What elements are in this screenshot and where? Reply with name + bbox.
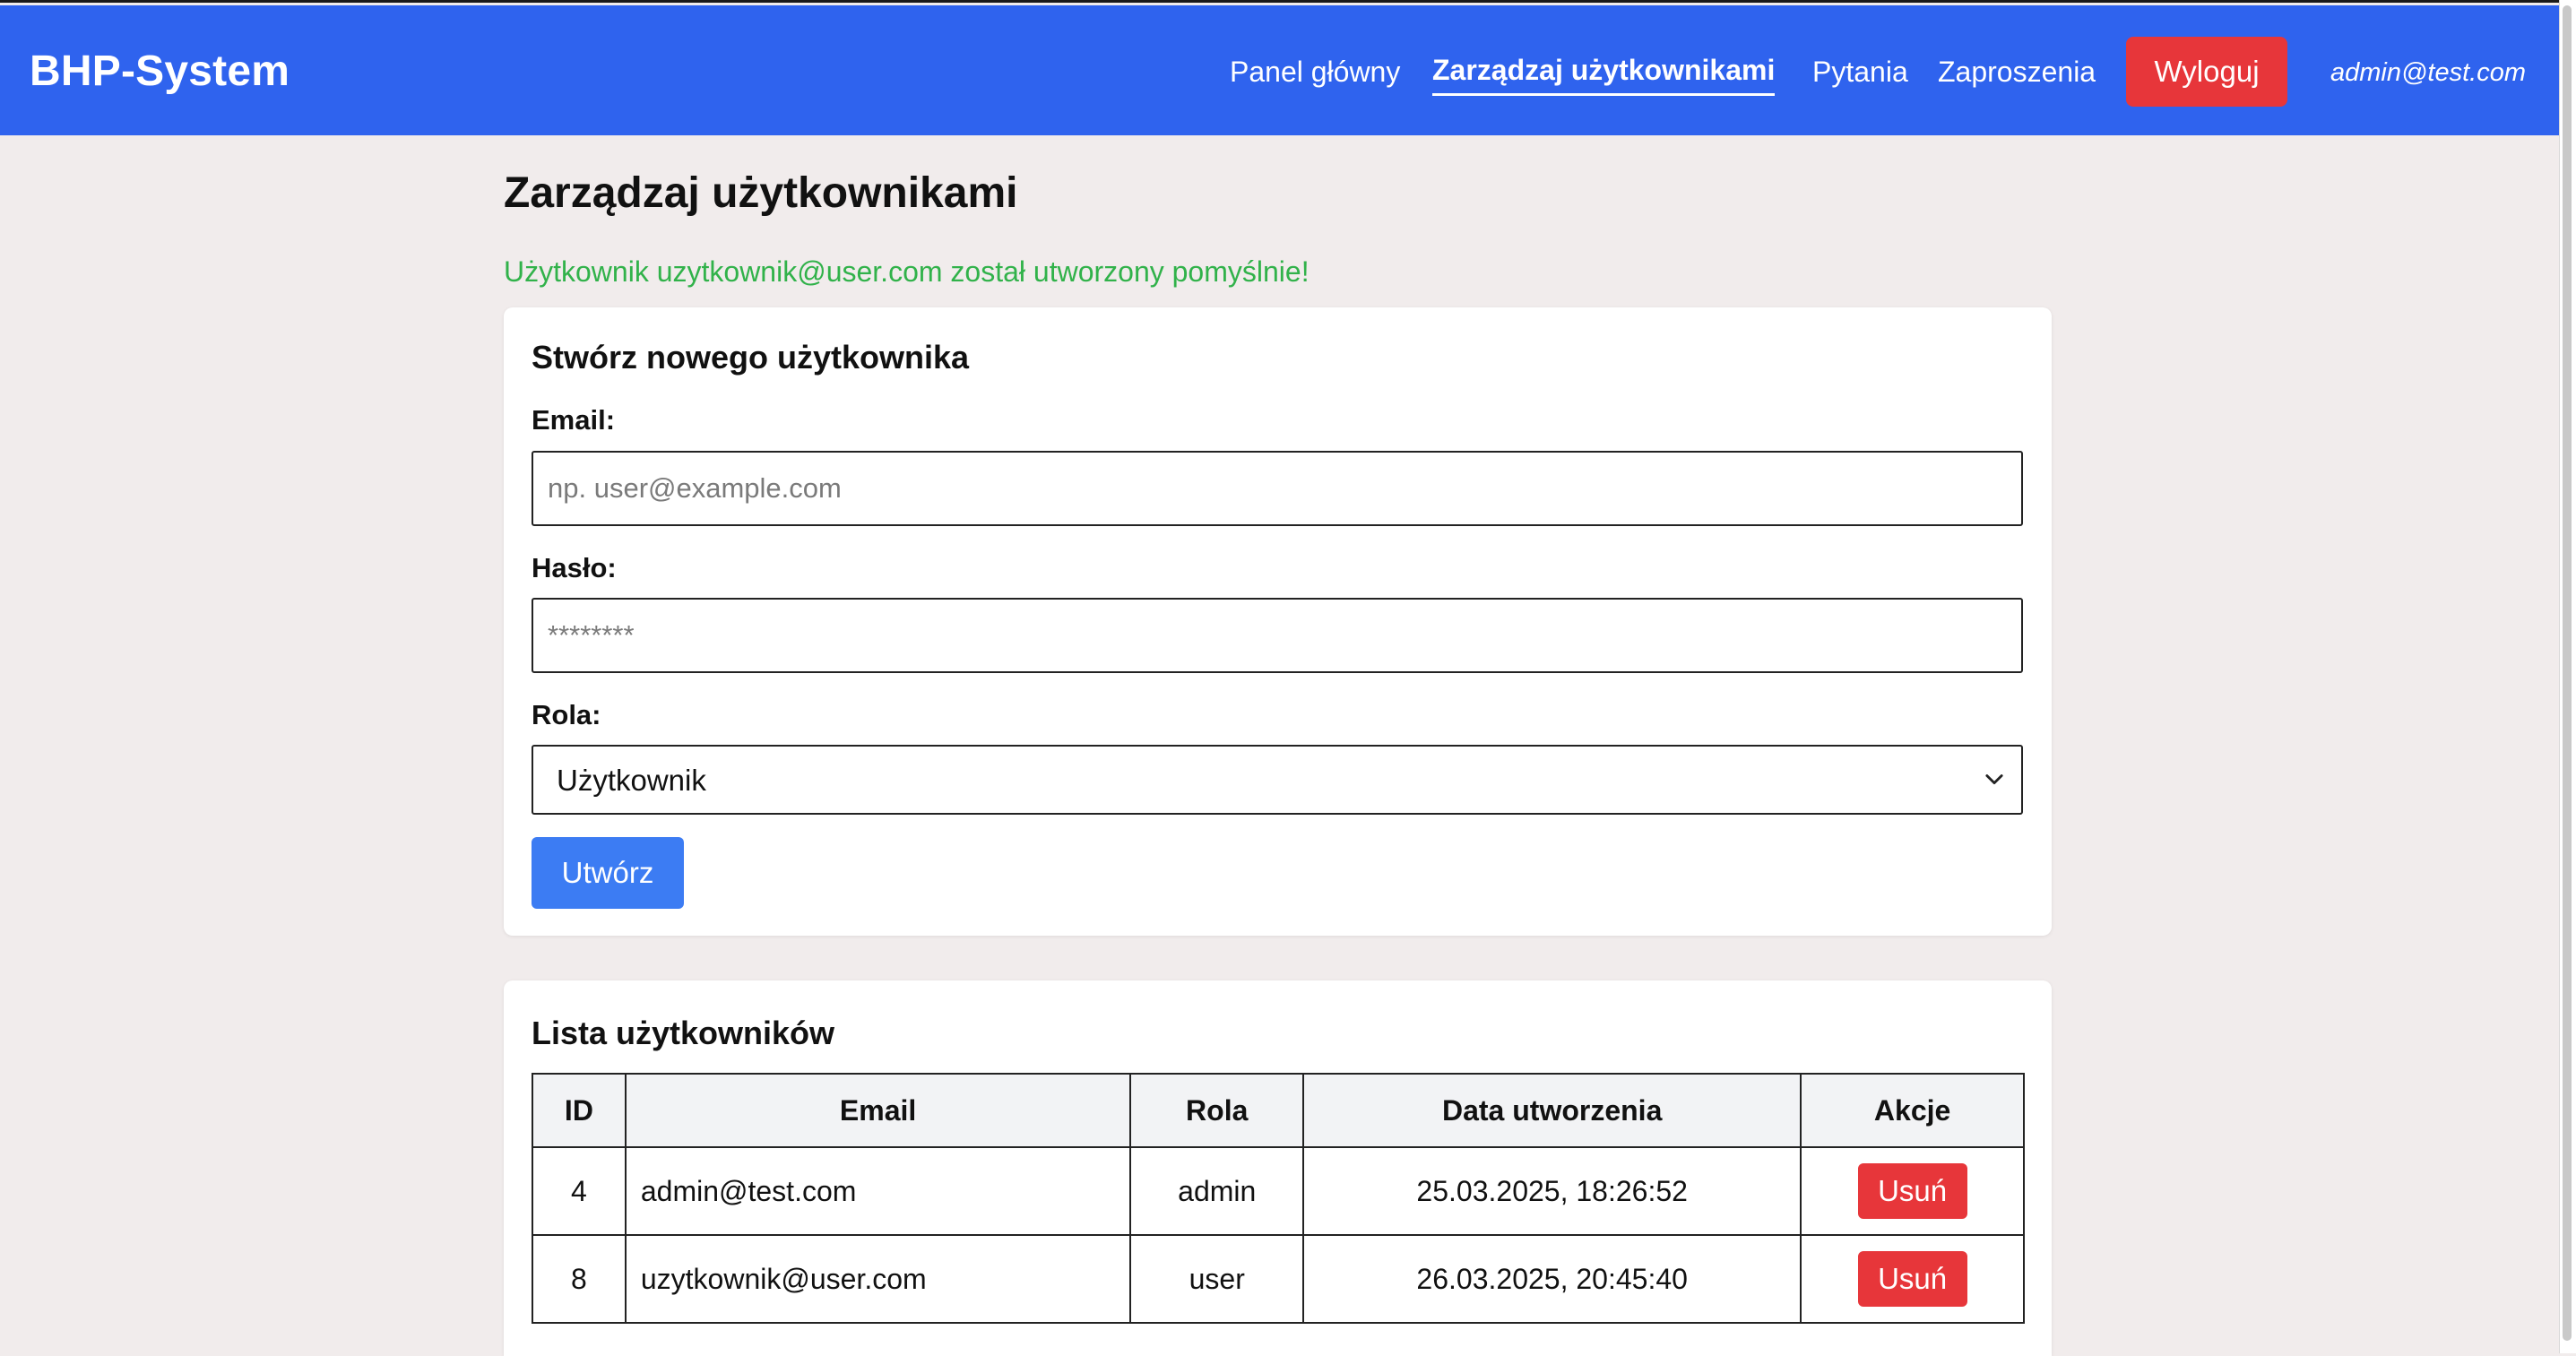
page-title: Zarządzaj użytkownikami [504, 169, 1018, 217]
column-header-role: Rola [1129, 1073, 1305, 1148]
cell-created: 26.03.2025, 20:45:40 [1302, 1234, 1802, 1324]
table-row: 8 uzytkownik@user.com user 26.03.2025, 2… [532, 1234, 2025, 1324]
password-field[interactable] [532, 598, 2023, 673]
role-select-value: Użytkownik [557, 764, 706, 797]
cell-id: 4 [532, 1146, 627, 1236]
table-row: 4 admin@test.com admin 25.03.2025, 18:26… [532, 1146, 2025, 1236]
nav-link-invitations[interactable]: Zaproszenia [1938, 54, 2096, 90]
cell-role: user [1129, 1234, 1305, 1324]
cell-created: 25.03.2025, 18:26:52 [1302, 1146, 1802, 1236]
create-user-title: Stwórz nowego użytkownika [532, 339, 970, 376]
chevron-down-icon [1985, 774, 2003, 785]
email-label: Email: [532, 404, 616, 436]
brand-logo-text[interactable]: BHP-System [30, 47, 290, 97]
app-window: BHP-System Panel główny Zarządzaj użytko… [0, 0, 2559, 1356]
cell-email: uzytkownik@user.com [624, 1234, 1132, 1324]
cell-email: admin@test.com [624, 1146, 1132, 1236]
column-header-actions: Akcje [1800, 1073, 2025, 1148]
current-user-email: admin@test.com [2330, 58, 2527, 87]
cell-role: admin [1129, 1146, 1305, 1236]
table-header-row: ID Email Rola Data utworzenia Akcje [532, 1073, 2025, 1148]
logout-button[interactable]: Wyloguj [2126, 37, 2287, 107]
cell-actions: Usuń [1800, 1146, 2025, 1236]
users-table: ID Email Rola Data utworzenia Akcje 4 ad… [532, 1073, 2025, 1324]
email-field[interactable] [532, 451, 2023, 526]
users-list-title: Lista użytkowników [532, 1015, 835, 1051]
column-header-email: Email [624, 1073, 1132, 1148]
column-header-created: Data utworzenia [1302, 1073, 1802, 1148]
nav-link-dashboard[interactable]: Panel główny [1230, 54, 1400, 90]
cell-id: 8 [532, 1234, 627, 1324]
nav-link-questions[interactable]: Pytania [1812, 54, 1908, 90]
column-header-id: ID [532, 1073, 627, 1148]
role-select[interactable]: Użytkownik [532, 745, 2023, 815]
role-label: Rola: [532, 699, 601, 730]
users-list-card: Lista użytkowników ID Email Rola Data ut… [504, 980, 2052, 1356]
create-user-button[interactable]: Utwórz [532, 837, 684, 909]
password-label: Hasło: [532, 552, 617, 583]
top-navbar: BHP-System Panel główny Zarządzaj użytko… [0, 5, 2559, 135]
cell-actions: Usuń [1800, 1234, 2025, 1324]
success-message: Użytkownik uzytkownik@user.com został ut… [504, 255, 1310, 288]
delete-user-button[interactable]: Usuń [1857, 1251, 1967, 1307]
scrollbar-thumb[interactable] [2563, 5, 2572, 1341]
create-user-card: Stwórz nowego użytkownika Email: Hasło: … [504, 307, 2052, 936]
nav-link-manage-users[interactable]: Zarządzaj użytkownikami [1432, 52, 1776, 96]
delete-user-button[interactable]: Usuń [1857, 1163, 1967, 1219]
